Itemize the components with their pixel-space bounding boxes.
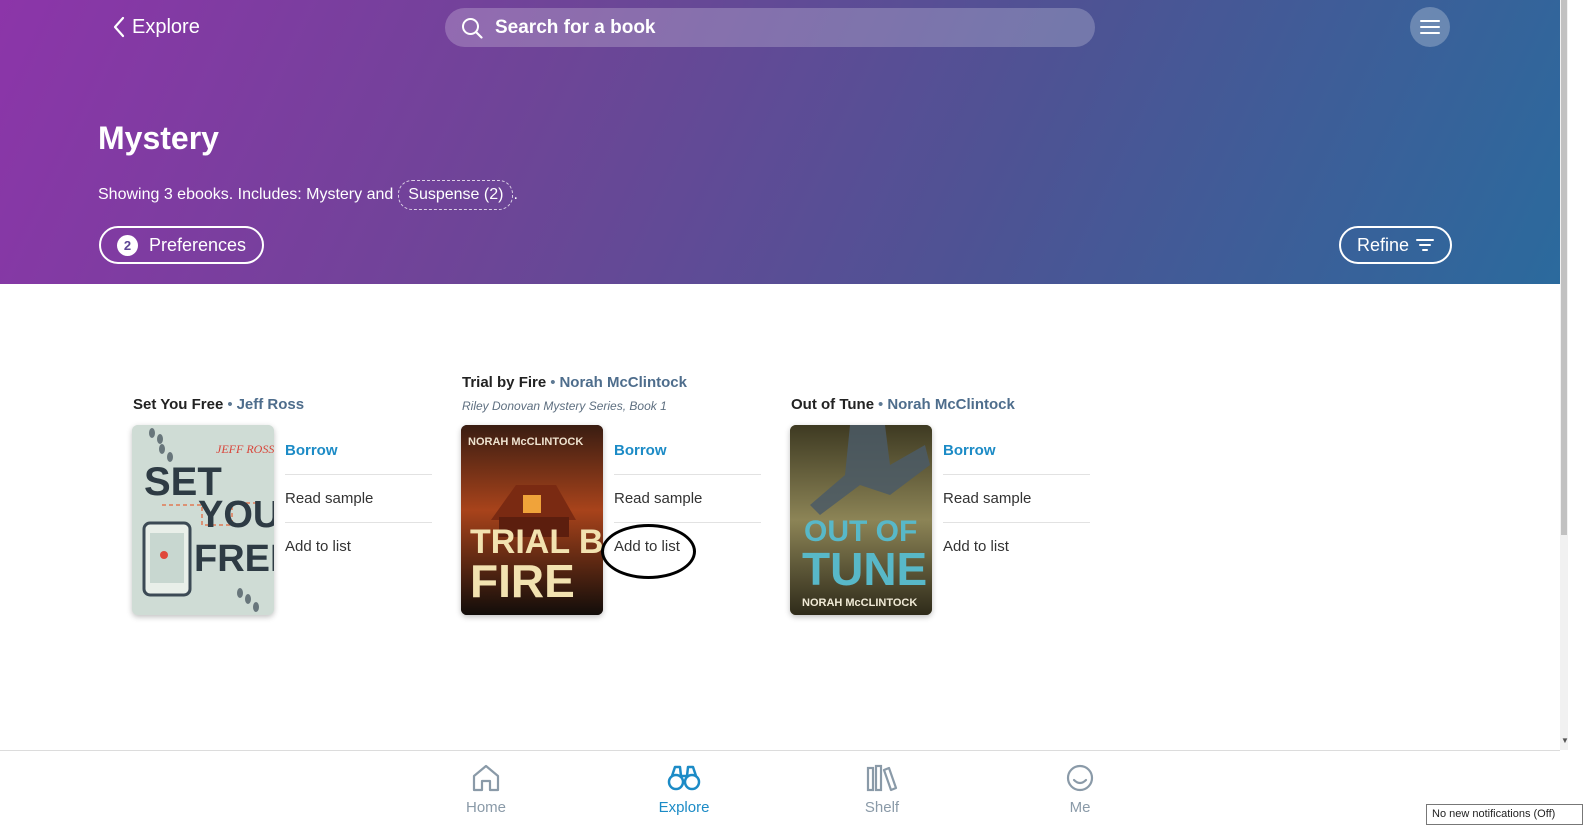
back-label: Explore — [132, 15, 200, 38]
book-heading: Out of Tune • Norah McClintock — [791, 396, 1015, 413]
nav-shelf[interactable]: Shelf — [832, 763, 932, 816]
menu-button[interactable] — [1410, 7, 1450, 47]
bottom-nav: Home Explore Shelf Me — [0, 750, 1560, 826]
home-icon — [472, 764, 500, 792]
book-actions: Borrow Read sample Add to list — [285, 427, 432, 570]
results-text: Showing 3 ebooks. Includes: Mystery and — [98, 186, 394, 203]
filter-icon — [1416, 239, 1434, 251]
preferences-button[interactable]: 2 Preferences — [99, 226, 265, 264]
book-heading: Trial by Fire • Norah McClintock — [462, 374, 687, 391]
nav-home-label: Home — [465, 799, 506, 816]
book-cover-trial-by-fire[interactable]: NORAH McCLINTOCK TRIAL BY FIRE — [461, 425, 603, 615]
book-title[interactable]: Out of Tune — [791, 396, 874, 413]
add-to-list-button[interactable]: Add to list — [614, 523, 761, 570]
svg-text:TUNE: TUNE — [802, 543, 927, 595]
read-sample-button[interactable]: Read sample — [943, 475, 1090, 523]
book-cover-out-of-tune[interactable]: OUT OF TUNE NORAH McCLINTOCK — [790, 425, 932, 615]
borrow-button[interactable]: Borrow — [943, 427, 1090, 475]
add-to-list-button[interactable]: Add to list — [943, 523, 1090, 570]
cover-art: JEFF ROSS SET YOU FREE — [132, 425, 274, 615]
scroll-down-arrow-icon[interactable]: ▼ — [1561, 736, 1569, 745]
back-to-explore-link[interactable]: Explore — [112, 12, 200, 42]
smiley-icon — [1066, 764, 1094, 792]
page-scrollbar[interactable]: ▼ — [1560, 0, 1569, 750]
results-summary: Showing 3 ebooks. Includes: Mystery and … — [98, 180, 518, 210]
preferences-count-badge: 2 — [117, 234, 138, 256]
shelf-icon — [866, 764, 898, 792]
nav-explore[interactable]: Explore — [634, 763, 734, 816]
results-period: . — [513, 186, 518, 203]
nav-explore-label: Explore — [658, 799, 710, 816]
book-card: Trial by Fire • Norah McClintock Riley Don… — [462, 374, 687, 413]
book-cover-set-you-free[interactable]: JEFF ROSS SET YOU FREE — [132, 425, 274, 615]
chevron-left-icon — [113, 16, 125, 38]
notification-status: No new notifications (Off) — [1426, 804, 1583, 825]
preferences-label: Preferences — [149, 234, 247, 255]
refine-label: Refine — [1357, 234, 1410, 255]
book-actions: Borrow Read sample Add to list — [943, 427, 1090, 570]
nav-shelf-label: Shelf — [864, 799, 900, 816]
svg-text:JEFF ROSS: JEFF ROSS — [216, 442, 274, 456]
series-info[interactable]: Riley Donovan Mystery Series, Book 1 — [462, 399, 687, 413]
page-title: Mystery — [98, 120, 219, 156]
svg-text:NORAH McCLINTOCK: NORAH McCLINTOCK — [802, 597, 917, 609]
borrow-button[interactable]: Borrow — [285, 427, 432, 475]
nav-me-label: Me — [1069, 799, 1091, 816]
cover-art: NORAH McCLINTOCK TRIAL BY FIRE — [461, 425, 603, 615]
search-input[interactable] — [493, 15, 1057, 40]
refine-button[interactable]: Refine — [1339, 226, 1452, 264]
add-to-list-button[interactable]: Add to list — [285, 523, 432, 570]
svg-text:FIRE: FIRE — [470, 555, 575, 607]
book-card: Set You Free • Jeff Ross — [133, 396, 304, 413]
book-heading: Set You Free • Jeff Ross — [133, 396, 305, 413]
suspense-filter-chip[interactable]: Suspense (2) — [398, 180, 514, 210]
hamburger-icon — [1420, 20, 1440, 34]
book-author[interactable]: Jeff Ross — [237, 396, 305, 413]
book-author[interactable]: Norah McClintock — [887, 396, 1015, 413]
category-header: Explore Mystery Showing 3 ebooks. Includ… — [0, 0, 1560, 284]
svg-text:NORAH McCLINTOCK: NORAH McCLINTOCK — [468, 436, 583, 448]
read-sample-button[interactable]: Read sample — [285, 475, 432, 523]
book-title[interactable]: Trial by Fire — [462, 374, 546, 391]
book-card: Out of Tune • Norah McClintock — [791, 396, 1015, 413]
binoculars-icon — [667, 765, 701, 791]
book-author[interactable]: Norah McClintock — [559, 374, 687, 391]
read-sample-button[interactable]: Read sample — [614, 475, 761, 523]
search-bar[interactable] — [445, 8, 1095, 47]
svg-text:FREE: FREE — [194, 538, 274, 580]
cover-art: OUT OF TUNE NORAH McCLINTOCK — [790, 425, 932, 615]
nav-home[interactable]: Home — [436, 763, 536, 816]
borrow-button[interactable]: Borrow — [614, 427, 761, 475]
book-title[interactable]: Set You Free — [133, 396, 223, 413]
scrollbar-thumb[interactable] — [1561, 0, 1567, 535]
book-actions: Borrow Read sample Add to list — [614, 427, 761, 570]
nav-me[interactable]: Me — [1030, 763, 1130, 816]
search-icon — [462, 17, 483, 39]
svg-text:YOU: YOU — [198, 494, 274, 536]
